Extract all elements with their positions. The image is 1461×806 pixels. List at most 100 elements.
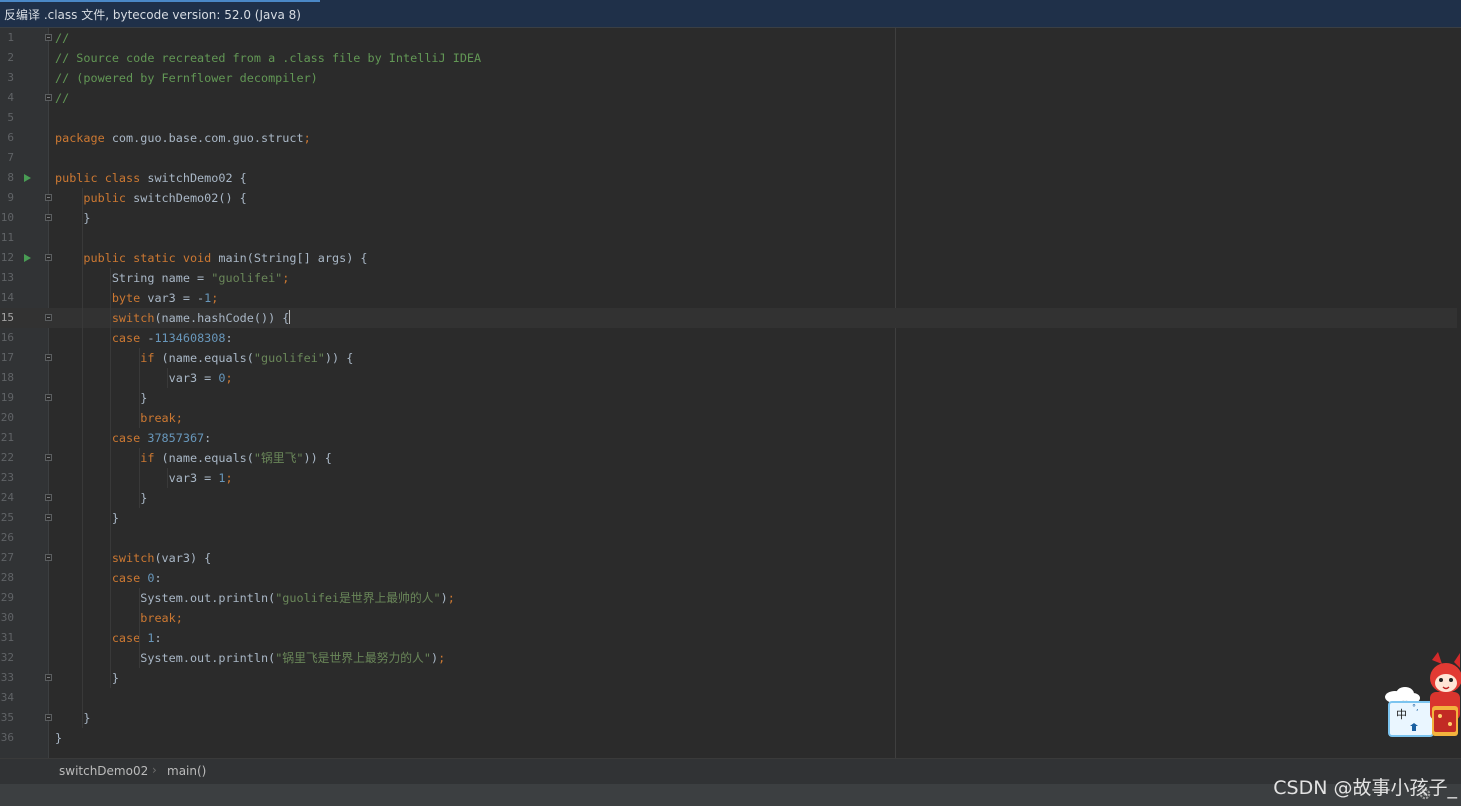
- fold-marker-icon[interactable]: [45, 514, 52, 521]
- code-line[interactable]: 11: [0, 228, 1461, 248]
- code-line[interactable]: 1 //: [0, 28, 1461, 48]
- line-number[interactable]: 25: [0, 508, 14, 528]
- code-line[interactable]: 23 var3 = 1;: [0, 468, 1461, 488]
- fold-marker-icon[interactable]: [45, 254, 52, 261]
- code-line[interactable]: 32 System.out.println("锅里飞是世界上最努力的人");: [0, 648, 1461, 668]
- fold-marker-icon[interactable]: [45, 34, 52, 41]
- code-line[interactable]: 4 //: [0, 88, 1461, 108]
- line-number[interactable]: 19: [0, 388, 14, 408]
- code-line[interactable]: 20 break;: [0, 408, 1461, 428]
- code-text[interactable]: switch(var3) {: [55, 548, 211, 568]
- fold-marker-icon[interactable]: [45, 94, 52, 101]
- code-text[interactable]: switch(name.hashCode()) {: [55, 308, 291, 328]
- line-number[interactable]: 32: [0, 648, 14, 668]
- code-line[interactable]: 28 case 0:: [0, 568, 1461, 588]
- code-line[interactable]: 15 switch(name.hashCode()) {: [0, 308, 1461, 328]
- line-number[interactable]: 13: [0, 268, 14, 288]
- run-gutter-icon[interactable]: [24, 254, 31, 262]
- line-number[interactable]: 2: [0, 48, 14, 68]
- code-line[interactable]: 14 byte var3 = -1;: [0, 288, 1461, 308]
- code-line[interactable]: 12 public static void main(String[] args…: [0, 248, 1461, 268]
- code-line[interactable]: 26: [0, 528, 1461, 548]
- line-number[interactable]: 4: [0, 88, 14, 108]
- line-number[interactable]: 5: [0, 108, 14, 128]
- line-number[interactable]: 12: [0, 248, 14, 268]
- line-number[interactable]: 11: [0, 228, 14, 248]
- code-line[interactable]: 6 package com.guo.base.com.guo.struct;: [0, 128, 1461, 148]
- line-number[interactable]: 28: [0, 568, 14, 588]
- code-text[interactable]: // Source code recreated from a .class f…: [55, 48, 481, 68]
- fold-marker-icon[interactable]: [45, 394, 52, 401]
- line-number[interactable]: 36: [0, 728, 14, 748]
- code-line[interactable]: 22 if (name.equals("锅里飞")) {: [0, 448, 1461, 468]
- line-number[interactable]: 18: [0, 368, 14, 388]
- code-text[interactable]: case 37857367:: [55, 428, 211, 448]
- code-text[interactable]: }: [55, 488, 147, 508]
- breadcrumb-method[interactable]: main(): [167, 764, 206, 778]
- code-text[interactable]: }: [55, 508, 119, 528]
- code-text[interactable]: //: [55, 28, 69, 48]
- code-line[interactable]: 33 }: [0, 668, 1461, 688]
- code-text[interactable]: public static void main(String[] args) {: [55, 248, 367, 268]
- code-text[interactable]: package com.guo.base.com.guo.struct;: [55, 128, 311, 148]
- line-number[interactable]: 33: [0, 668, 14, 688]
- code-text[interactable]: public switchDemo02() {: [55, 188, 246, 208]
- code-text[interactable]: }: [55, 708, 90, 728]
- line-number[interactable]: 14: [0, 288, 14, 308]
- code-line[interactable]: 8 public class switchDemo02 {: [0, 168, 1461, 188]
- fold-marker-icon[interactable]: [45, 554, 52, 561]
- vertical-scrollbar[interactable]: [1457, 28, 1461, 758]
- line-number[interactable]: 30: [0, 608, 14, 628]
- line-number[interactable]: 31: [0, 628, 14, 648]
- line-number[interactable]: 10: [0, 208, 14, 228]
- code-text[interactable]: }: [55, 208, 90, 228]
- fold-marker-icon[interactable]: [45, 454, 52, 461]
- code-line[interactable]: 10 }: [0, 208, 1461, 228]
- code-text[interactable]: byte var3 = -1;: [55, 288, 219, 308]
- code-text[interactable]: break;: [55, 408, 183, 428]
- line-number[interactable]: 34: [0, 688, 14, 708]
- code-text[interactable]: }: [55, 728, 62, 748]
- code-text[interactable]: break;: [55, 608, 183, 628]
- line-number[interactable]: 17: [0, 348, 14, 368]
- code-line[interactable]: 29 System.out.println("guolifei是世界上最帅的人"…: [0, 588, 1461, 608]
- code-line[interactable]: 35 }: [0, 708, 1461, 728]
- code-line[interactable]: 19 }: [0, 388, 1461, 408]
- code-line[interactable]: 30 break;: [0, 608, 1461, 628]
- code-text[interactable]: }: [55, 668, 119, 688]
- code-line[interactable]: 5: [0, 108, 1461, 128]
- line-number[interactable]: 23: [0, 468, 14, 488]
- line-number[interactable]: 1: [0, 28, 14, 48]
- code-text[interactable]: // (powered by Fernflower decompiler): [55, 68, 318, 88]
- code-text[interactable]: System.out.println("guolifei是世界上最帅的人");: [55, 588, 455, 608]
- code-text[interactable]: System.out.println("锅里飞是世界上最努力的人");: [55, 648, 445, 668]
- code-line[interactable]: 3 // (powered by Fernflower decompiler): [0, 68, 1461, 88]
- ime-mascot-icon[interactable]: 中 °,: [1380, 650, 1461, 738]
- line-number[interactable]: 21: [0, 428, 14, 448]
- code-text[interactable]: }: [55, 388, 147, 408]
- code-text[interactable]: case 1:: [55, 628, 162, 648]
- code-text[interactable]: case 0:: [55, 568, 162, 588]
- code-line[interactable]: 16 case -1134608308:: [0, 328, 1461, 348]
- code-line[interactable]: 24 }: [0, 488, 1461, 508]
- line-number[interactable]: 15: [0, 308, 14, 328]
- line-number[interactable]: 6: [0, 128, 14, 148]
- code-line[interactable]: 18 var3 = 0;: [0, 368, 1461, 388]
- code-editor[interactable]: 1 // 2 // Source code recreated from a .cla…: [0, 28, 1461, 758]
- code-text[interactable]: if (name.equals("锅里飞")) {: [55, 448, 332, 468]
- line-number[interactable]: 29: [0, 588, 14, 608]
- line-number[interactable]: 9: [0, 188, 14, 208]
- line-number[interactable]: 35: [0, 708, 14, 728]
- code-line[interactable]: 17 if (name.equals("guolifei")) {: [0, 348, 1461, 368]
- code-line[interactable]: 2 // Source code recreated from a .class …: [0, 48, 1461, 68]
- fold-marker-icon[interactable]: [45, 194, 52, 201]
- code-line[interactable]: 27 switch(var3) {: [0, 548, 1461, 568]
- line-number[interactable]: 20: [0, 408, 14, 428]
- code-line[interactable]: 34: [0, 688, 1461, 708]
- line-number[interactable]: 24: [0, 488, 14, 508]
- line-number[interactable]: 8: [0, 168, 14, 188]
- line-number[interactable]: 3: [0, 68, 14, 88]
- line-number[interactable]: 7: [0, 148, 14, 168]
- code-text[interactable]: public class switchDemo02 {: [55, 168, 247, 188]
- code-line[interactable]: 21 case 37857367:: [0, 428, 1461, 448]
